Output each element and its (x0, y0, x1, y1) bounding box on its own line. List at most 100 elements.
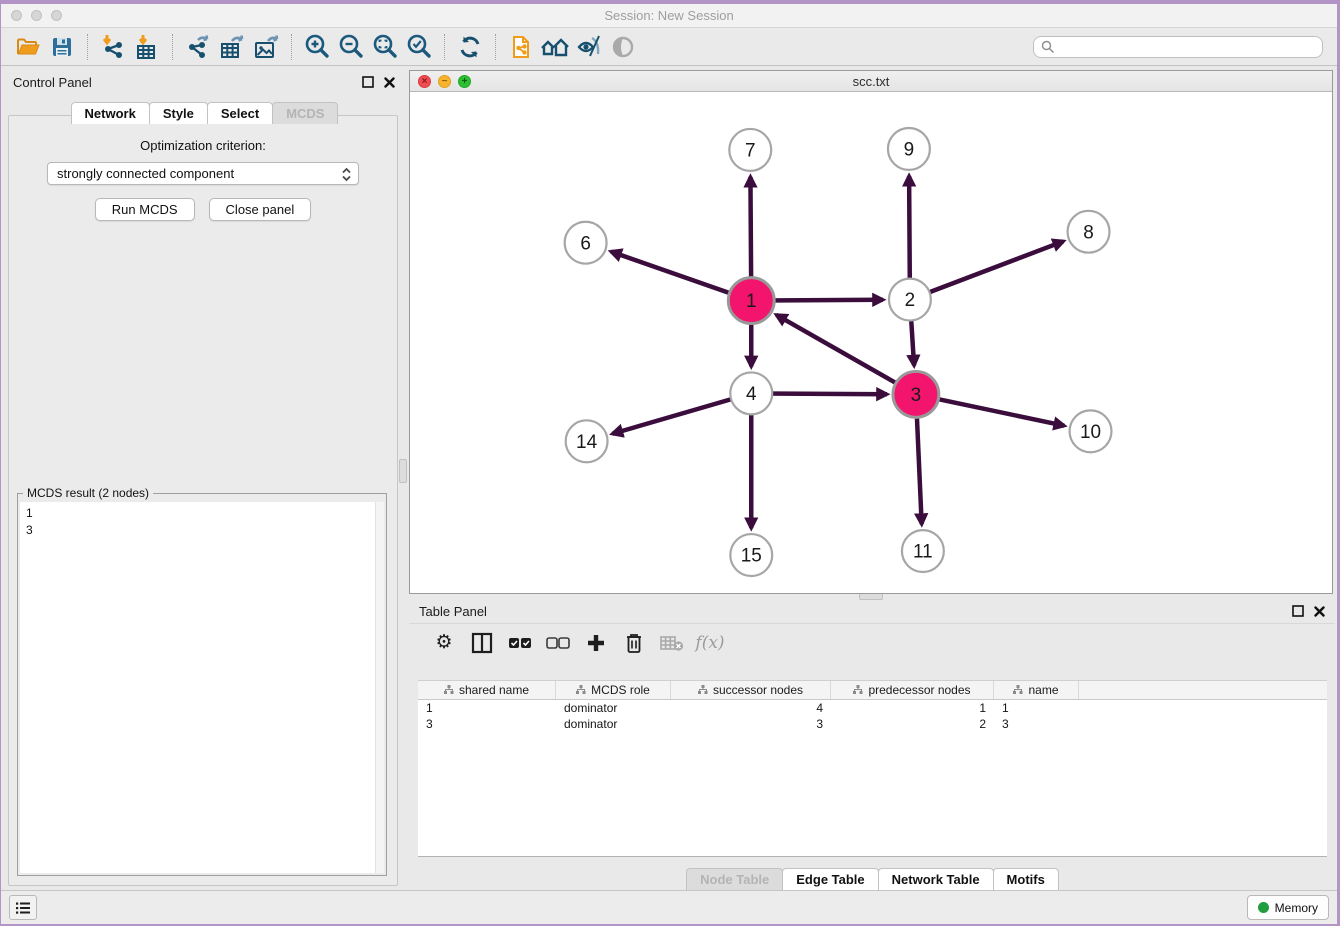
table-settings-gear-icon[interactable]: ⚙ (425, 628, 463, 658)
delete-table-icon (653, 628, 691, 658)
open-session-icon[interactable] (11, 32, 45, 62)
add-column-icon[interactable] (577, 628, 615, 658)
memory-label: Memory (1275, 901, 1318, 915)
vertical-splitter-grip[interactable] (399, 459, 407, 483)
tab-network-table[interactable]: Network Table (878, 868, 994, 890)
column-header-name[interactable]: name (994, 681, 1079, 699)
tab-edge-table[interactable]: Edge Table (782, 868, 878, 890)
network-window-titlebar[interactable]: × − + scc.txt (410, 71, 1332, 92)
mcds-result-text[interactable]: 1 3 (20, 502, 384, 873)
result-scrollbar[interactable] (375, 502, 384, 873)
session-title: Session: New Session (1, 8, 1337, 23)
zoom-in-icon[interactable] (300, 32, 334, 62)
graph-node-label-7: 7 (745, 141, 756, 162)
table-row[interactable]: 1dominator411 (418, 700, 1327, 716)
table-cell: 3 (994, 716, 1079, 732)
duplicate-network-icon[interactable] (504, 32, 538, 62)
tab-node-table[interactable]: Node Table (686, 868, 783, 890)
table-cell: dominator (556, 716, 671, 732)
graph-node-label-15: 15 (741, 546, 762, 567)
column-layout-icon[interactable] (463, 628, 501, 658)
table-panel-title: Table Panel (419, 604, 487, 619)
column-header-shared-name[interactable]: shared name (418, 681, 556, 699)
float-panel-icon[interactable] (362, 76, 374, 88)
tab-style[interactable]: Style (149, 102, 208, 124)
run-mcds-button[interactable]: Run MCDS (95, 198, 195, 221)
memory-status-icon (1258, 902, 1269, 913)
column-type-icon (444, 685, 454, 695)
column-header-successor-nodes[interactable]: successor nodes (671, 681, 831, 699)
show-all-networks-icon[interactable] (538, 32, 572, 62)
toggle-graphics-details-icon[interactable] (572, 32, 606, 62)
control-panel-tabs: NetworkStyleSelectMCDS (3, 102, 405, 124)
table-cell: 4 (671, 700, 831, 716)
task-history-button[interactable] (9, 895, 37, 920)
column-type-icon (853, 685, 863, 695)
table-panel: Table Panel ⚙ (409, 599, 1335, 894)
graph-node-label-2: 2 (905, 290, 916, 311)
title-bar: Session: New Session (1, 4, 1337, 28)
tab-select[interactable]: Select (207, 102, 273, 124)
tab-mcds[interactable]: MCDS (272, 102, 338, 124)
close-table-panel-icon[interactable] (1314, 606, 1325, 617)
float-table-panel-icon[interactable] (1292, 605, 1304, 617)
delete-column-trash-icon[interactable] (615, 628, 653, 658)
import-table-icon[interactable] (130, 32, 164, 62)
main-toolbar (1, 28, 1337, 66)
table-cell: 3 (671, 716, 831, 732)
app-window: Session: New Session (1, 4, 1337, 924)
table-cell: 1 (994, 700, 1079, 716)
export-image-icon[interactable] (249, 32, 283, 62)
memory-button[interactable]: Memory (1247, 895, 1329, 920)
graph-edge-2-8[interactable] (910, 241, 1063, 299)
optimization-criterion-label: Optimization criterion: (9, 138, 397, 153)
column-type-icon (1013, 685, 1023, 695)
zoom-out-icon[interactable] (334, 32, 368, 62)
tab-motifs[interactable]: Motifs (993, 868, 1059, 890)
birdseye-view-icon[interactable] (606, 32, 640, 62)
import-network-icon[interactable] (96, 32, 130, 62)
mcds-result-group: MCDS result (2 nodes) 1 3 (17, 493, 387, 876)
table-cell: 1 (418, 700, 556, 716)
graph-node-label-6: 6 (580, 233, 591, 254)
toolbar-separator (291, 34, 292, 60)
graph-node-label-8: 8 (1083, 222, 1094, 243)
control-panel: Control Panel NetworkStyleSelectMCDS Opt… (3, 70, 405, 886)
search-icon (1041, 40, 1055, 59)
export-table-icon[interactable] (215, 32, 249, 62)
zoom-fit-icon[interactable] (368, 32, 402, 62)
zoom-selected-icon[interactable] (402, 32, 436, 62)
column-type-icon (576, 685, 586, 695)
column-header-predecessor-nodes[interactable]: predecessor nodes (831, 681, 994, 699)
graph-node-label-1: 1 (746, 291, 757, 312)
select-all-columns-icon[interactable] (501, 628, 539, 658)
save-session-icon[interactable] (45, 32, 79, 62)
network-window: × − + scc.txt 1234678910111415 (409, 70, 1333, 594)
optimization-criterion-select[interactable]: strongly connected component (47, 162, 359, 185)
search-field (1033, 36, 1323, 58)
search-input[interactable] (1033, 36, 1323, 58)
status-bar: Memory (1, 890, 1337, 924)
close-panel-button[interactable]: Close panel (209, 198, 312, 221)
close-panel-icon[interactable] (384, 77, 395, 88)
tab-network[interactable]: Network (71, 102, 150, 124)
table-row[interactable]: 3dominator323 (418, 716, 1327, 732)
table-cell: dominator (556, 700, 671, 716)
graph-node-label-11: 11 (913, 542, 933, 563)
network-title: scc.txt (410, 74, 1332, 89)
column-header-MCDS-role[interactable]: MCDS role (556, 681, 671, 699)
column-type-icon (698, 685, 708, 695)
refresh-styles-icon[interactable] (453, 32, 487, 62)
export-network-icon[interactable] (181, 32, 215, 62)
table-cell: 1 (831, 700, 994, 716)
graph-node-label-14: 14 (576, 432, 597, 453)
graph-node-label-10: 10 (1080, 422, 1101, 443)
deselect-all-columns-icon[interactable] (539, 628, 577, 658)
network-graph[interactable]: 1234678910111415 (410, 92, 1332, 593)
mcds-panel: Optimization criterion: strongly connect… (8, 115, 398, 886)
table-header-row: shared nameMCDS rolesuccessor nodesprede… (418, 681, 1327, 700)
function-builder-icon: f(x) (691, 628, 729, 658)
toolbar-separator (495, 34, 496, 60)
graph-node-label-9: 9 (904, 140, 915, 161)
graph-node-label-4: 4 (746, 384, 757, 405)
